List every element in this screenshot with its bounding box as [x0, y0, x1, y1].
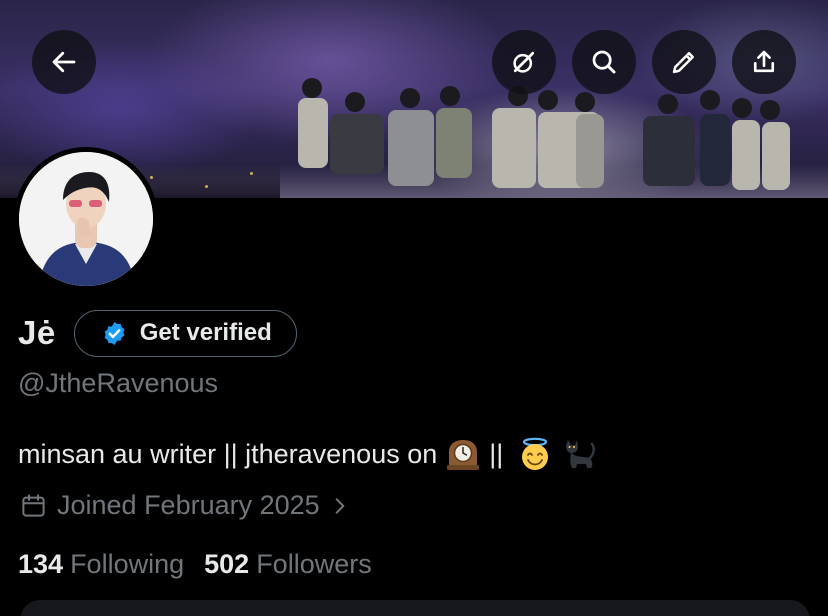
- profile-name-row: Jė Get verified: [18, 309, 297, 357]
- back-button[interactable]: [32, 30, 96, 94]
- banner-light: [250, 172, 253, 175]
- bio-text: minsan au writer || jtheravenous on: [18, 438, 438, 469]
- search-button[interactable]: [572, 30, 636, 94]
- avatar-image: [19, 152, 153, 286]
- mantelpiece-clock-emoji: [447, 440, 480, 470]
- following-label: Following: [70, 549, 185, 579]
- profile-bio: minsan au writer || jtheravenous on ||: [18, 436, 597, 472]
- grok-icon: [513, 51, 535, 73]
- share-button[interactable]: [732, 30, 796, 94]
- search-icon: [592, 50, 616, 74]
- followers-label: Followers: [256, 549, 372, 579]
- profile-card-partial: [20, 600, 810, 616]
- smiling-face-with-halo-emoji: [522, 437, 549, 470]
- display-name: Jė: [18, 314, 56, 351]
- get-verified-button[interactable]: Get verified: [73, 309, 297, 357]
- followers-link[interactable]: 502 Followers: [204, 549, 372, 580]
- verified-badge-icon: [104, 321, 125, 345]
- get-verified-label: Get verified: [139, 319, 272, 346]
- banner-light: [150, 176, 153, 179]
- calendar-icon: [22, 494, 45, 517]
- following-link[interactable]: 134 Following: [18, 549, 184, 580]
- banner-light: [205, 185, 208, 188]
- black-cat-emoji: [566, 440, 596, 468]
- profile-avatar[interactable]: [14, 147, 158, 291]
- chevron-right-icon: [335, 497, 345, 514]
- bio-separator: ||: [489, 438, 504, 469]
- edit-button[interactable]: [652, 30, 716, 94]
- joined-date: Joined February 2025: [57, 490, 320, 520]
- share-icon: [753, 50, 775, 73]
- grok-button[interactable]: [492, 30, 556, 94]
- following-count: 134: [18, 549, 64, 579]
- arrow-left-icon: [52, 51, 76, 73]
- profile-handle: @JtheRavenous: [18, 368, 219, 398]
- pencil-icon: [672, 52, 694, 74]
- joined-date-row[interactable]: Joined February 2025: [20, 490, 350, 521]
- followers-count: 502: [204, 549, 250, 579]
- follow-stats: 134 Following 502 Followers: [18, 549, 372, 580]
